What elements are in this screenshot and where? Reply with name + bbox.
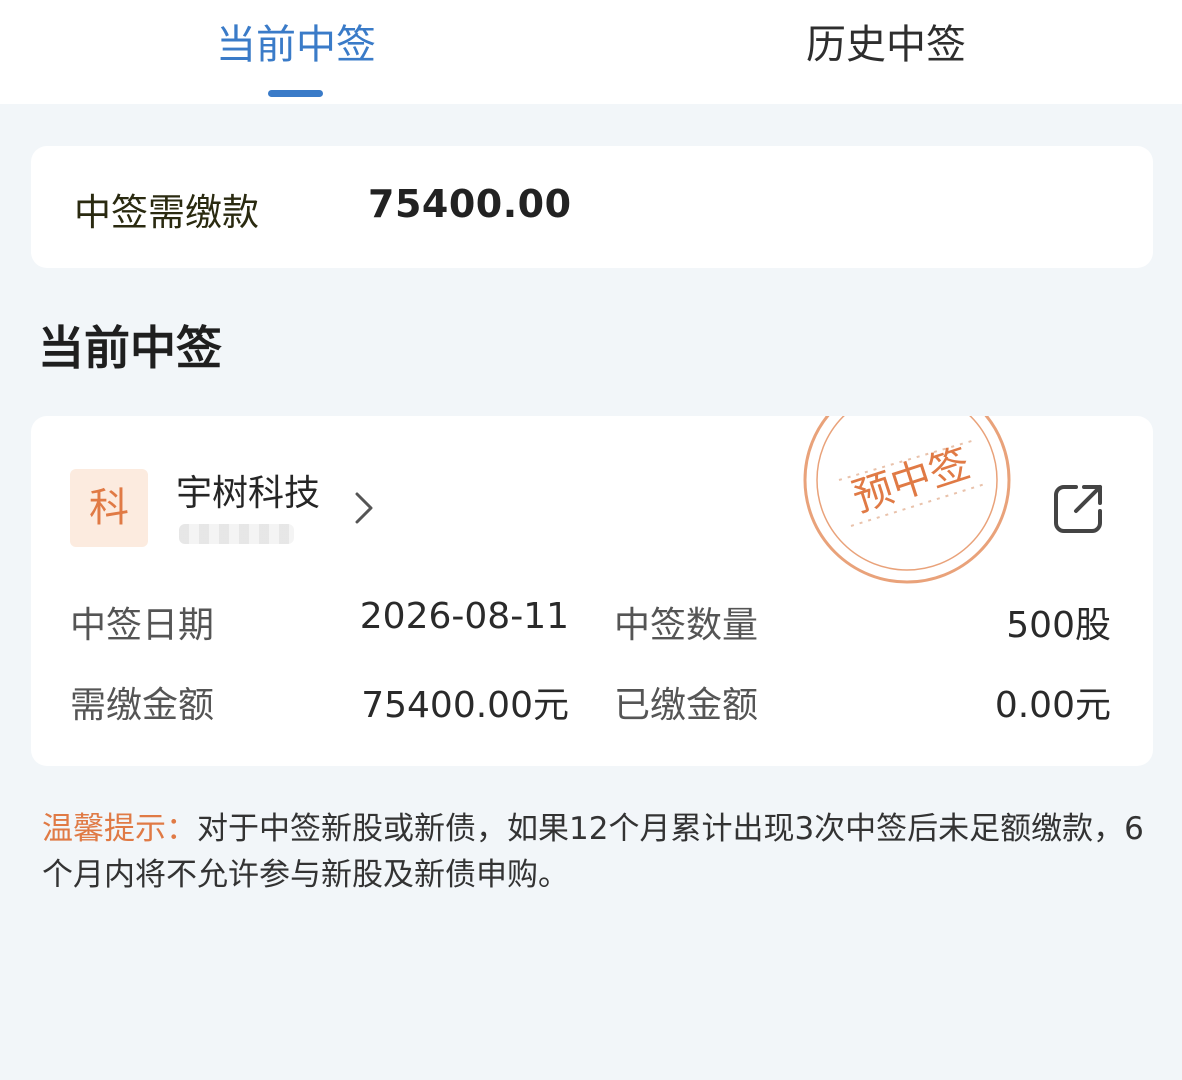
amount-paid-label: 已缴金额 [614, 685, 759, 726]
tab-bar: 当前中签 历史中签 [0, 0, 1182, 104]
lottery-qty-value: 500股 [1006, 605, 1111, 646]
share-icon[interactable] [1050, 479, 1108, 537]
payment-due-value: 75400.00 [368, 182, 572, 226]
lottery-date-value: 2026-08-11 [359, 596, 569, 637]
amount-due-label: 需缴金额 [70, 685, 215, 726]
stamp-text: 预中签 [847, 441, 975, 522]
board-badge: 科 [70, 469, 148, 547]
tab-current-lottery[interactable]: 当前中签 [196, 18, 396, 72]
tip-label: 温馨提示： [42, 811, 197, 847]
lottery-date-label: 中签日期 [70, 605, 215, 646]
pre-lottery-stamp: 预中签 [803, 416, 1011, 584]
stock-code-blurred [179, 524, 294, 544]
stock-lottery-card[interactable]: 科 宇树科技 预中签 中签日期 2026-08-11 中签数量 500股 需缴金… [31, 416, 1153, 766]
chevron-right-icon[interactable] [349, 488, 379, 528]
stock-name[interactable]: 宇树科技 [176, 464, 320, 516]
amount-paid-value: 0.00元 [994, 685, 1111, 726]
section-title: 当前中签 [38, 321, 222, 375]
tip-text: 对于中签新股或新债，如果12个月累计出现3次中签后未足额缴款，6个月内将不允许参… [42, 811, 1144, 893]
amount-due-value: 75400.00元 [361, 685, 569, 726]
warm-tip: 温馨提示：对于中签新股或新债，如果12个月累计出现3次中签后未足额缴款，6个月内… [42, 806, 1152, 898]
payment-summary-card: 中签需缴款 75400.00 [31, 146, 1153, 268]
payment-due-label: 中签需缴款 [74, 191, 259, 234]
lottery-qty-label: 中签数量 [614, 605, 759, 646]
tab-history-lottery[interactable]: 历史中签 [786, 18, 986, 72]
active-tab-indicator [268, 90, 323, 97]
